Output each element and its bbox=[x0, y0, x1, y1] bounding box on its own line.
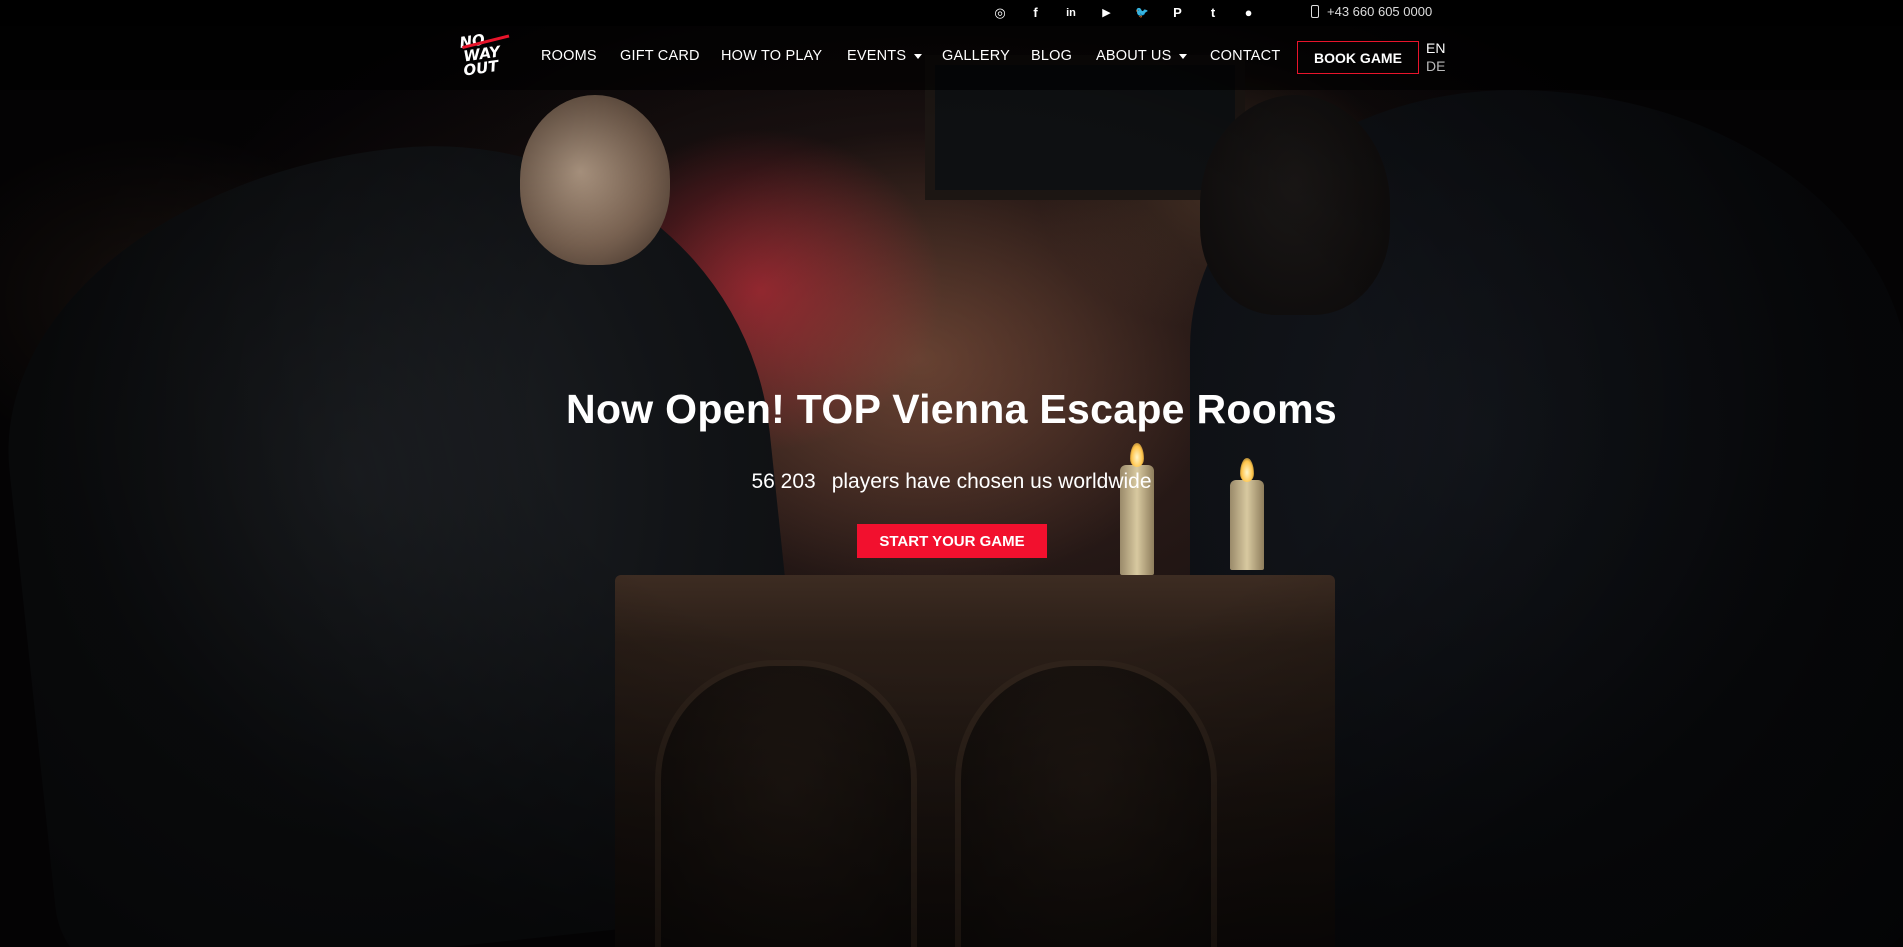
nav-item-how-to-play[interactable]: HOW TO PLAY bbox=[721, 48, 822, 64]
nav-item-gallery[interactable]: GALLERY bbox=[942, 48, 1010, 64]
hero-subtitle: 56 203 players have chosen us worldwide bbox=[0, 470, 1903, 494]
hero-title: Now Open! TOP Vienna Escape Rooms bbox=[566, 386, 1337, 432]
facebook-icon[interactable]: f bbox=[1027, 4, 1045, 22]
book-game-button[interactable]: BOOK GAME bbox=[1297, 41, 1419, 74]
youtube-icon[interactable]: ▶ bbox=[1098, 4, 1116, 22]
social-links: ◎ f in ▶ 🐦 P t ● bbox=[991, 4, 1275, 22]
pinterest-icon[interactable]: P bbox=[1169, 4, 1187, 22]
nav-item-about-us-label: ABOUT US bbox=[1096, 48, 1172, 64]
language-de[interactable]: DE bbox=[1426, 58, 1445, 74]
linkedin-icon[interactable]: in bbox=[1062, 4, 1080, 22]
players-count: 56 203 bbox=[751, 470, 816, 493]
instagram-icon[interactable]: ◎ bbox=[991, 4, 1009, 22]
tumblr-icon[interactable]: t bbox=[1204, 4, 1222, 22]
nav-item-rooms[interactable]: ROOMS bbox=[541, 48, 597, 64]
top-bar: ◎ f in ▶ 🐦 P t ● +43 660 605 0000 bbox=[0, 0, 1903, 26]
logo[interactable]: NO WAY OUT bbox=[458, 28, 520, 87]
logo-line-3: OUT bbox=[462, 56, 500, 80]
language-en[interactable]: EN bbox=[1426, 40, 1445, 56]
nav-item-events[interactable]: EVENTS bbox=[847, 48, 923, 64]
players-text: players have chosen us worldwide bbox=[831, 470, 1152, 493]
reddit-icon[interactable]: ● bbox=[1240, 4, 1258, 22]
nav-item-events-label: EVENTS bbox=[847, 48, 907, 64]
twitter-icon[interactable]: 🐦 bbox=[1133, 4, 1151, 22]
chevron-down-icon bbox=[1179, 53, 1188, 59]
nav-item-contact[interactable]: CONTACT bbox=[1210, 48, 1280, 64]
nav-item-blog[interactable]: BLOG bbox=[1031, 48, 1072, 64]
chevron-down-icon bbox=[914, 53, 923, 59]
phone-icon bbox=[1311, 5, 1319, 18]
nav-item-gift-card[interactable]: GIFT CARD bbox=[620, 48, 700, 64]
nav-item-about-us[interactable]: ABOUT US bbox=[1096, 48, 1188, 64]
phone-number: +43 660 605 0000 bbox=[1327, 4, 1433, 19]
phone-link[interactable]: +43 660 605 0000 bbox=[1311, 4, 1432, 19]
start-your-game-button[interactable]: START YOUR GAME bbox=[857, 524, 1047, 558]
